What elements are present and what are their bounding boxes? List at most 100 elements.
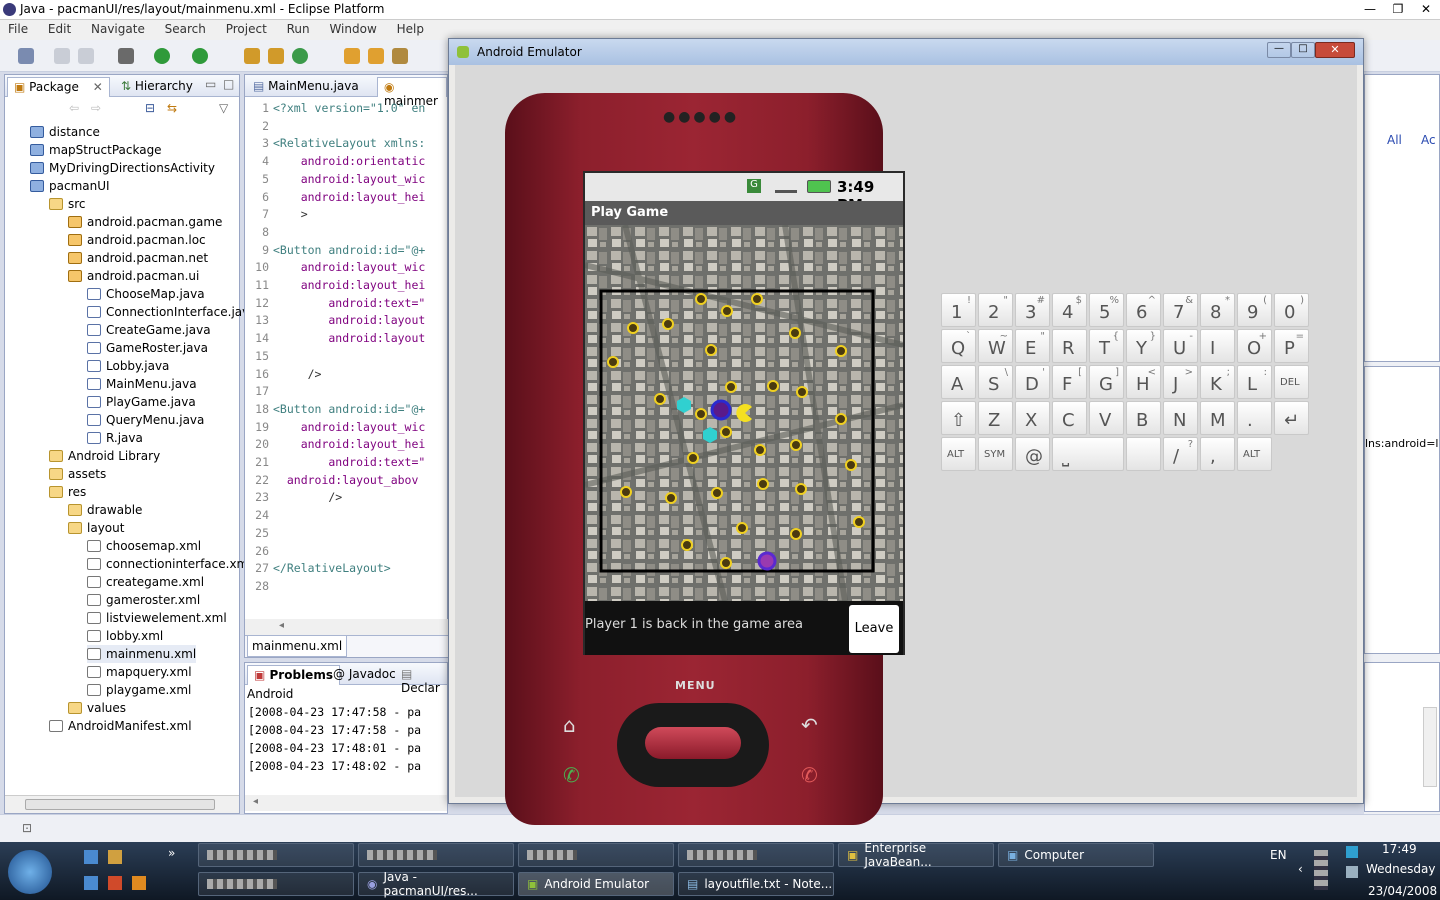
key[interactable]: E " — [1015, 329, 1050, 363]
tree-item[interactable]: AndroidManifest.xml — [49, 717, 192, 735]
tree-item[interactable]: connectioninterface.xml — [87, 555, 252, 573]
tree-item[interactable]: lobby.xml — [87, 627, 163, 645]
tree-item[interactable]: R.java — [87, 429, 143, 447]
tree-item[interactable]: drawable — [68, 501, 142, 519]
emulator-minimize-button[interactable]: — — [1267, 42, 1291, 58]
save-icon[interactable] — [54, 48, 70, 64]
tree-item[interactable]: ChooseMap.java — [87, 285, 205, 303]
quicklaunch-icon[interactable] — [108, 876, 122, 890]
key[interactable]: Z — [978, 401, 1013, 435]
menu-run[interactable]: Run — [279, 20, 318, 36]
key[interactable]: 6 ^ — [1126, 293, 1161, 327]
back-button-icon[interactable]: ↶ — [801, 713, 818, 737]
key[interactable]: 2 " — [978, 293, 1013, 327]
language-indicator[interactable]: EN — [1270, 848, 1287, 862]
tree-item[interactable]: Lobby.java — [87, 357, 169, 375]
console-output[interactable]: [2008-04-23 17:47:58 - pa [2008-04-23 17… — [245, 705, 447, 795]
menu-navigate[interactable]: Navigate — [83, 20, 153, 36]
tab-mainmenu-java[interactable]: ▤ MainMenu.java — [247, 77, 365, 97]
key[interactable]: ⎵ — [1052, 437, 1124, 471]
key[interactable]: ALT — [941, 437, 976, 471]
key[interactable]: B — [1126, 401, 1161, 435]
minimize-button[interactable]: — — [1356, 0, 1384, 18]
scroll-left-icon[interactable]: ◂ — [279, 620, 284, 631]
key[interactable]: G] — [1089, 365, 1124, 399]
editor-scrollbar[interactable]: ◂ — [245, 619, 449, 635]
emulator-close-button[interactable]: ✕ — [1315, 42, 1355, 58]
maximize-button[interactable]: ❐ — [1384, 0, 1412, 18]
key[interactable]: X — [1015, 401, 1050, 435]
call-button-icon[interactable]: ✆ — [563, 763, 580, 787]
collapse-all-icon[interactable]: ⊟ — [145, 101, 155, 115]
vertical-scrollbar[interactable] — [1423, 707, 1437, 787]
start-button[interactable] — [8, 850, 52, 894]
key[interactable]: T{ — [1089, 329, 1124, 363]
key[interactable]: V — [1089, 401, 1124, 435]
key[interactable]: F[ — [1052, 365, 1087, 399]
chevron-left-icon[interactable]: ‹ — [1298, 862, 1303, 876]
key[interactable]: N — [1163, 401, 1198, 435]
refresh-icon[interactable] — [292, 48, 308, 64]
menu-file[interactable]: File — [0, 20, 36, 36]
key[interactable]: DEL — [1274, 365, 1309, 399]
menu-edit[interactable]: Edit — [40, 20, 79, 36]
key[interactable]: O + — [1237, 329, 1272, 363]
satellite-map[interactable] — [585, 225, 903, 601]
tree-item[interactable]: listviewelement.xml — [87, 609, 227, 627]
emulator-maximize-button[interactable]: □ — [1291, 42, 1315, 58]
volume-icon[interactable] — [1346, 866, 1358, 878]
key[interactable]: I — [1200, 329, 1235, 363]
external-tools-icon[interactable] — [192, 48, 208, 64]
tree-item[interactable]: ConnectionInterface.java — [87, 303, 257, 321]
key[interactable]: K; — [1200, 365, 1235, 399]
trackball-button[interactable] — [645, 727, 741, 759]
key[interactable]: ↵ — [1274, 401, 1309, 435]
menu-help[interactable]: Help — [389, 20, 432, 36]
tree-item[interactable]: res — [49, 483, 86, 501]
menu-window[interactable]: Window — [321, 20, 384, 36]
key[interactable]: L: — [1237, 365, 1272, 399]
tree-item[interactable]: choosemap.xml — [87, 537, 201, 555]
tree-item[interactable]: assets — [49, 465, 106, 483]
tree-item[interactable]: mapquery.xml — [87, 663, 192, 681]
tree-item[interactable]: gameroster.xml — [87, 591, 200, 609]
new-icon[interactable] — [18, 48, 34, 64]
taskbar-item-notepad[interactable]: ▤ layoutfile.txt - Note... — [678, 872, 834, 896]
key[interactable]: P = — [1274, 329, 1309, 363]
print-icon[interactable] — [78, 48, 94, 64]
quicklaunch-icon[interactable] — [108, 850, 122, 864]
close-button[interactable]: ✕ — [1412, 0, 1440, 18]
scrollbar-thumb[interactable] — [25, 799, 215, 810]
key[interactable]: . — [1237, 401, 1272, 435]
key[interactable]: ⇧ — [941, 401, 976, 435]
tree-item[interactable]: android.pacman.game — [68, 213, 222, 231]
forward-arrow-icon[interactable]: ⇨ — [91, 101, 101, 115]
all-filter-link[interactable]: All — [1387, 133, 1402, 147]
taskbar-item-blurred[interactable] — [358, 843, 514, 867]
key[interactable]: SYM — [978, 437, 1013, 471]
tree-item[interactable]: android.pacman.loc — [68, 231, 206, 249]
chevron-right-icon[interactable]: » — [168, 846, 175, 860]
tree-item[interactable]: playgame.xml — [87, 681, 191, 699]
key[interactable]: D ' — [1015, 365, 1050, 399]
tree-item[interactable]: mapStructPackage — [30, 141, 162, 159]
tab-declaration[interactable]: ▤ Declar — [395, 665, 447, 695]
scroll-left-icon[interactable]: ◂ — [253, 796, 258, 807]
key[interactable]: 3 # — [1015, 293, 1050, 327]
tab-package[interactable]: ▣ Package ✕ — [7, 77, 110, 97]
horizontal-scrollbar[interactable] — [5, 795, 239, 813]
link-editor-icon[interactable]: ⇆ — [167, 101, 177, 115]
tree-item[interactable]: CreateGame.java — [87, 321, 211, 339]
end-call-button-icon[interactable]: ✆ — [801, 763, 818, 787]
new-package-icon[interactable] — [244, 48, 260, 64]
taskbar-item-computer[interactable]: ▣ Computer — [998, 843, 1154, 867]
tree-item[interactable]: mainmenu.xml — [87, 645, 197, 663]
taskbar-item-blurred[interactable] — [678, 843, 834, 867]
tab-hierarchy[interactable]: ⇅ Hierarchy — [115, 77, 199, 97]
key[interactable]: 8 * — [1200, 293, 1235, 327]
key[interactable]: 0) — [1274, 293, 1309, 327]
taskbar-item-blurred[interactable] — [518, 843, 674, 867]
key[interactable]: , — [1200, 437, 1235, 471]
tab-source-xml[interactable]: mainmenu.xml — [247, 636, 348, 657]
key[interactable]: W ~ — [978, 329, 1013, 363]
